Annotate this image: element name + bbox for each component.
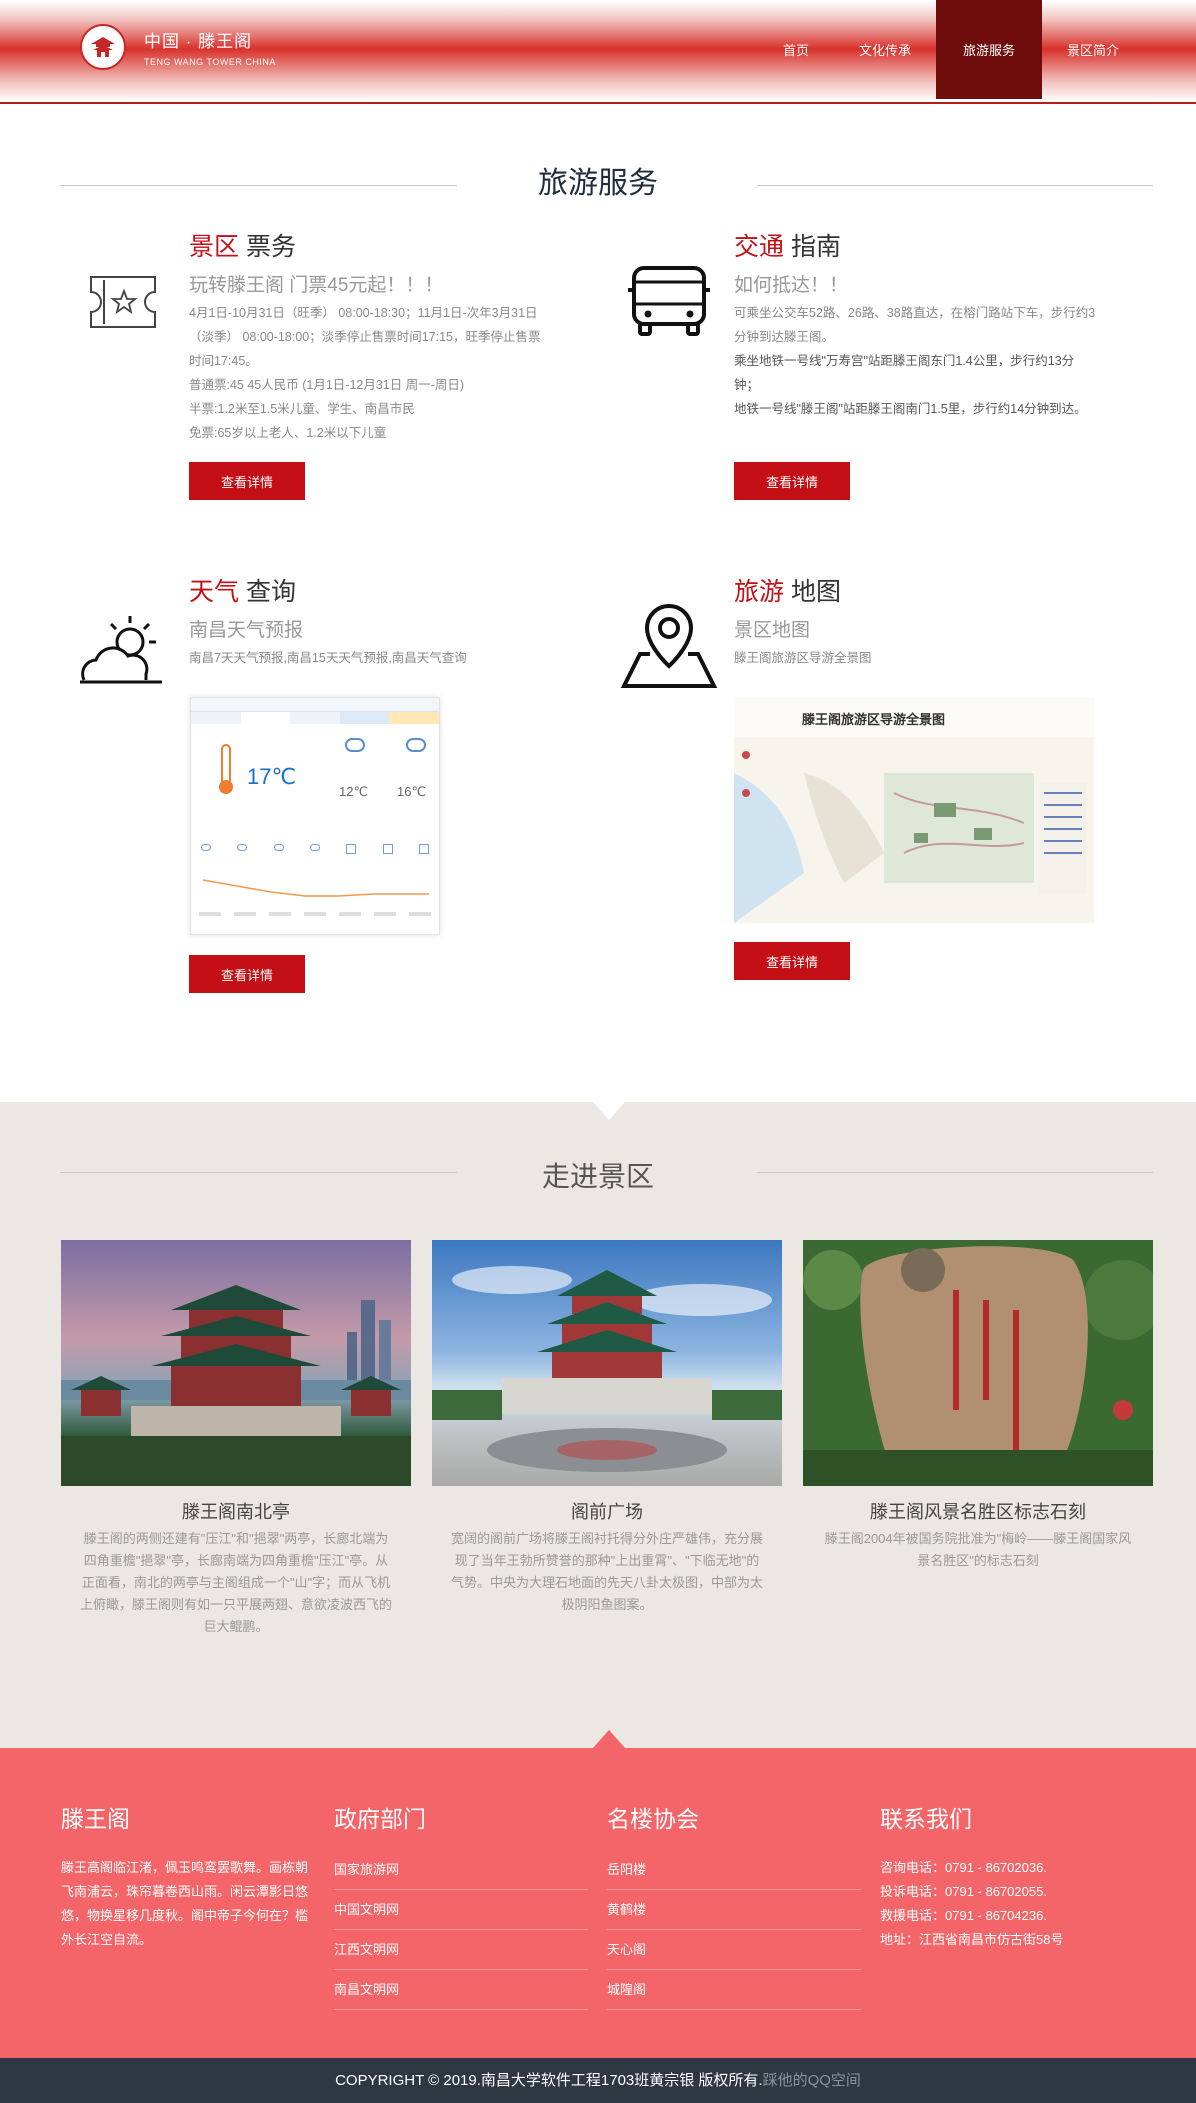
nav-travel-services[interactable]: 旅游服务 (935, 0, 1042, 99)
weather-card: 天气 查询 南昌天气预报 南昌7天天气预报,南昌15天天气预报,南昌天气查询 (189, 577, 549, 670)
footer-about-title: 滕王阁 (61, 1806, 130, 1832)
contact-address: 地址：江西省南昌市仿古街58号 (880, 1932, 1064, 1947)
footer-gov: 政府部门 国家旅游网 中国文明网 江西文明网 南昌文明网 (334, 1800, 588, 2016)
weather-day2-temp: 12℃ (339, 784, 369, 799)
weather-details-button[interactable]: 查看详情 (189, 955, 305, 993)
logo-subtitle: TENG WANG TOWER CHINA (144, 57, 276, 67)
photo-desc-1: 滕王阁的两侧还建有"压江"和"挹翠"两亭，长廊北端为四角重檐"挹翠"亭，长廊南端… (79, 1531, 392, 1634)
nav-home[interactable]: 首页 (758, 0, 834, 99)
photo-front-square[interactable] (432, 1240, 782, 1486)
main-nav: 首页 文化传承 旅游服务 景区简介 (758, 0, 1144, 99)
footer-contact-title: 联系我们 (880, 1806, 972, 1832)
weather-day3-temp: 16℃ (397, 784, 427, 799)
footer-link-yueyang-tower[interactable]: 岳阳楼 (607, 1850, 861, 1890)
logo-title: 中国 · 滕王阁 (144, 32, 253, 51)
map-pin-icon (620, 600, 718, 697)
weather-body: 南昌7天天气预报,南昌15天天气预报,南昌天气查询 (189, 651, 467, 665)
weather-icon (78, 612, 168, 693)
tickets-details-button[interactable]: 查看详情 (189, 462, 305, 500)
map-details-button[interactable]: 查看详情 (734, 942, 850, 980)
services-title: 旅游服务 (538, 167, 658, 200)
weather-forecast-image[interactable]: 17℃ 12℃ 16℃ (190, 697, 440, 935)
photo-title-3: 滕王阁风景名胜区标志石刻 (870, 1502, 1086, 1522)
footer-link-national-tourism[interactable]: 国家旅游网 (334, 1850, 588, 1890)
photo-title-2: 阁前广场 (571, 1502, 643, 1522)
footer-link-tianxin-pavilion[interactable]: 天心阁 (607, 1930, 861, 1970)
map-card: 旅游 地图 景区地图 滕王阁旅游区导游全景图 (734, 577, 1096, 670)
scenic-title: 走进景区 (541, 1161, 654, 1192)
photo-landmark-stone[interactable] (803, 1240, 1153, 1486)
weather-subtitle: 南昌天气预报 (189, 620, 304, 641)
photo-desc-3: 滕王阁2004年被国务院批准为"梅岭——滕王阁国家风景名胜区"的标志石刻 (824, 1531, 1132, 1568)
footer-link-nanchang-civilization[interactable]: 南昌文明网 (334, 1970, 588, 2010)
contact-rescue-phone: 救援电话：0791 - 86704236. (880, 1908, 1047, 1923)
tickets-card: 景区 票务 玩转滕王阁 门票45元起！！！ 4月1日-10月31日（旺季） 08… (189, 232, 549, 445)
pavilion-logo-icon (80, 24, 126, 70)
footer-about: 滕王阁 滕王高阁临江渚，佩玉鸣鸾罢歌舞。画栋朝飞南浦云，珠帘暮卷西山雨。闲云潭影… (61, 1800, 315, 1952)
section-notch-down (593, 1102, 625, 1120)
contact-consult-phone: 咨询电话：0791 - 86702036. (880, 1860, 1047, 1875)
copyright-text: COPYRIGHT © 2019.南昌大学软件工程1703班黄宗银 版权所有. (335, 2072, 763, 2089)
map-title: 旅游 地图 (734, 578, 841, 606)
ticket-icon (88, 274, 158, 335)
transport-card: 交通 指南 如何抵达！！ 可乘坐公交车52路、26路、38路直达，在榕门路站下车… (734, 232, 1096, 421)
footer-towers: 名楼协会 岳阳楼 黄鹤楼 天心阁 城隍阁 (607, 1800, 861, 2016)
footer-link-jiangxi-civilization[interactable]: 江西文明网 (334, 1930, 588, 1970)
transport-subtitle: 如何抵达！！ (734, 275, 849, 296)
footer-gov-title: 政府部门 (334, 1806, 426, 1832)
photo-north-south-pavilions[interactable] (61, 1240, 411, 1486)
qq-zone-link[interactable]: 踩他的QQ空间 (763, 2072, 861, 2089)
footer-link-chenghuang-pavilion[interactable]: 城隍阁 (607, 1970, 861, 2010)
nav-scenic-intro[interactable]: 景区简介 (1042, 0, 1144, 99)
map-body: 滕王阁旅游区导游全景图 (734, 651, 872, 665)
footer-about-text: 滕王高阁临江渚，佩玉鸣鸾罢歌舞。画栋朝飞南浦云，珠帘暮卷西山雨。闲云潭影日悠悠，… (61, 1860, 309, 1947)
photo-desc-2: 宽阔的阁前广场将滕王阁衬托得分外庄严雄伟，充分展现了当年王勃所赞誉的那种"上出重… (450, 1531, 763, 1612)
tickets-title: 景区 票务 (189, 233, 296, 261)
map-subtitle: 景区地图 (734, 620, 811, 641)
weather-title: 天气 查询 (189, 578, 296, 606)
footer-towers-title: 名楼协会 (607, 1806, 699, 1832)
nav-culture[interactable]: 文化传承 (834, 0, 936, 99)
transport-details-button[interactable]: 查看详情 (734, 462, 850, 500)
copyright-bar: COPYRIGHT © 2019.南昌大学软件工程1703班黄宗银 版权所有.踩… (0, 2058, 1196, 2103)
contact-complaint-phone: 投诉电话：0791 - 86702055. (880, 1884, 1047, 1899)
footer-link-china-civilization[interactable]: 中国文明网 (334, 1890, 588, 1930)
bus-icon (626, 264, 712, 345)
tickets-body: 4月1日-10月31日（旺季） 08:00-18:30；11月1日-次年3月31… (189, 306, 541, 440)
scenic-area-map-image[interactable]: 滕王阁旅游区导游全景图 (734, 697, 1094, 923)
photo-title-1: 滕王阁南北亭 (182, 1502, 290, 1522)
map-heading: 滕王阁旅游区导游全景图 (802, 713, 946, 728)
site-header: 中国 · 滕王阁 TENG WANG TOWER CHINA 首页 文化传承 旅… (0, 0, 1196, 104)
transport-body: 可乘坐公交车52路、26路、38路直达，在榕门路站下车，步行约3分钟到达滕王阁。… (734, 306, 1096, 416)
weather-current-temp: 17℃ (247, 764, 297, 789)
footer-link-yellow-crane-tower[interactable]: 黄鹤楼 (607, 1890, 861, 1930)
tickets-subtitle: 玩转滕王阁 门票45元起！！！ (189, 275, 444, 296)
footer-contact: 联系我们 咨询电话：0791 - 86702036. 投诉电话：0791 - 8… (880, 1800, 1134, 1952)
transport-title: 交通 指南 (734, 233, 841, 261)
footer-notch-up (593, 1730, 625, 1748)
site-logo[interactable]: 中国 · 滕王阁 TENG WANG TOWER CHINA (80, 24, 276, 70)
